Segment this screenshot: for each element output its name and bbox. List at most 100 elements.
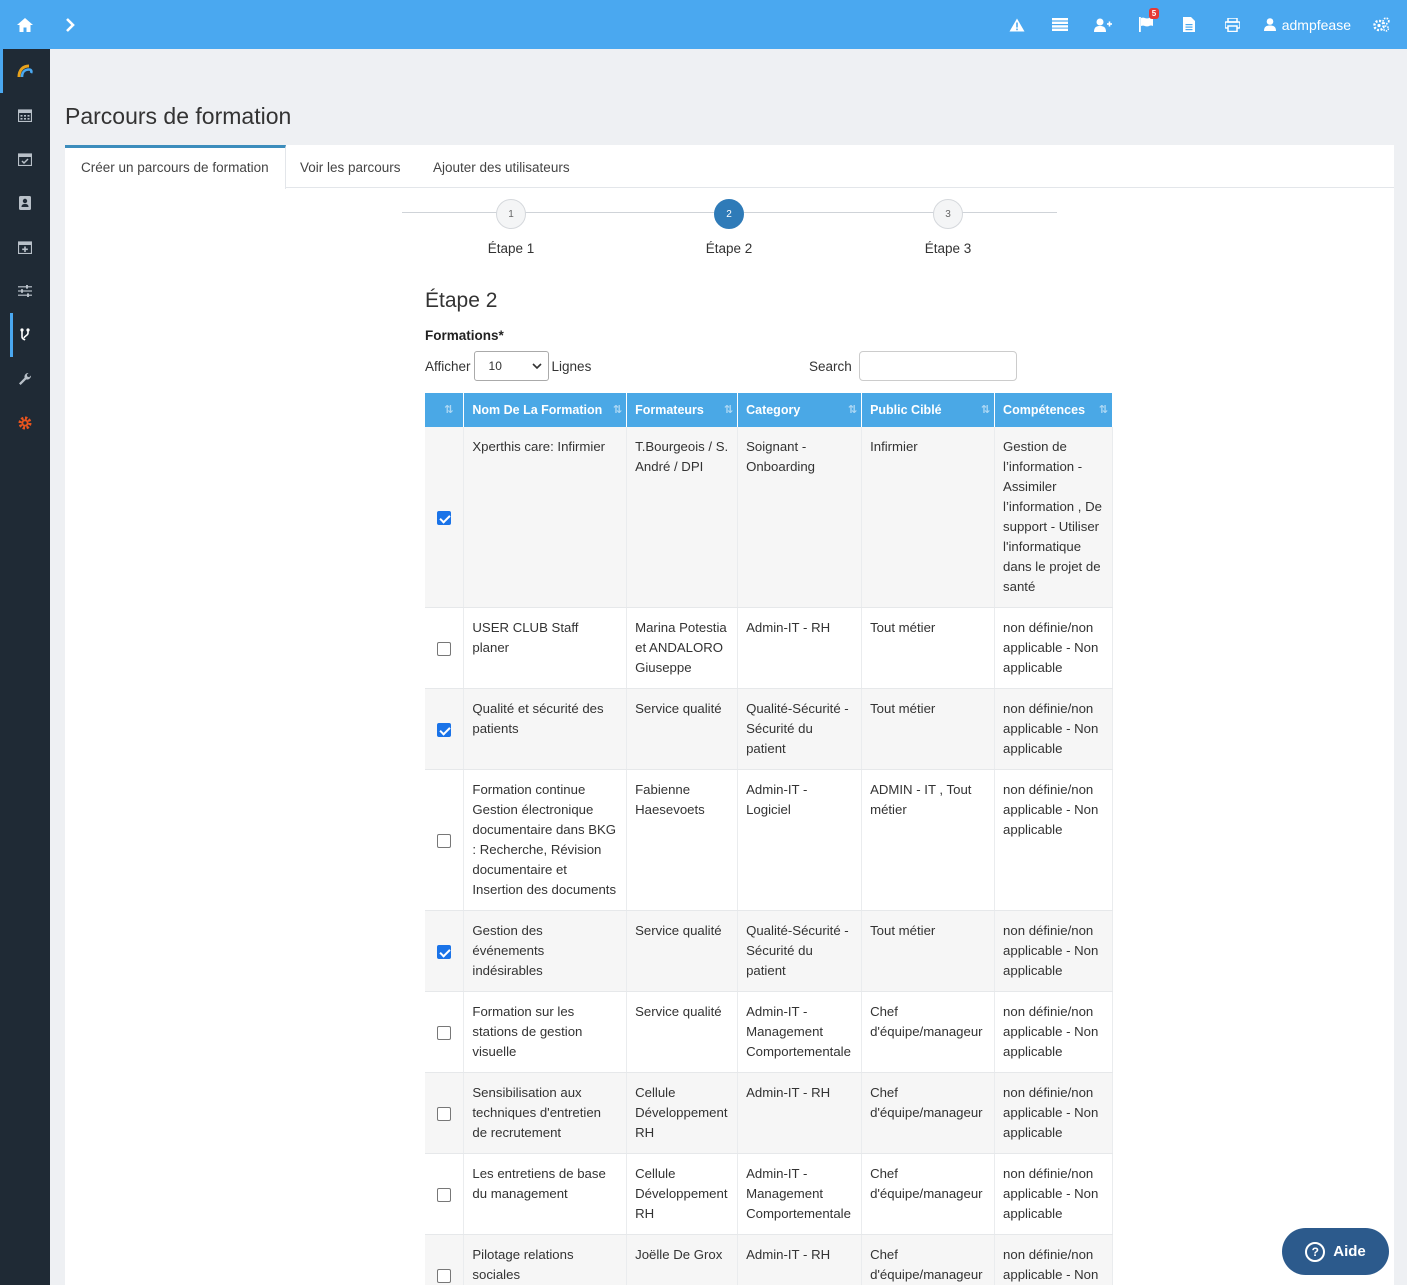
user-plus-icon[interactable]	[1082, 0, 1125, 49]
search-input[interactable]	[858, 351, 1017, 381]
cell-category: Admin-IT - Logiciel	[737, 769, 863, 911]
gear-icon[interactable]	[0, 401, 50, 445]
select-column-header[interactable]: ⇅	[425, 393, 465, 427]
cell-formateurs: T.Bourgeois / S. André / DPI	[626, 427, 739, 608]
cell-public: Chef d'équipe/manageur	[861, 1153, 996, 1235]
code-fork-icon[interactable]	[0, 313, 50, 357]
cell-competences: non définie/non applicable - Non applica…	[994, 910, 1113, 992]
cell-formateurs: Cellule Développement RH	[626, 1153, 739, 1235]
step-3-circle[interactable]: 3	[933, 199, 963, 229]
sidebar	[0, 49, 50, 1285]
step-2-label: Étape 2	[705, 241, 753, 256]
column-formateurs[interactable]: Formateurs ⇅	[626, 393, 739, 427]
table-row: Formation continue Gestion électronique …	[425, 769, 1113, 911]
cell-competences: non définie/non applicable - Non applica…	[994, 688, 1113, 770]
cell-category: Admin-IT - RH	[737, 1072, 863, 1154]
cell-competences: non définie/non applicable - Non applica…	[994, 991, 1113, 1073]
user-menu[interactable]: admpfease	[1254, 0, 1365, 49]
cell-public: Chef d'équipe/manageur	[861, 991, 996, 1073]
row-checkbox[interactable]	[437, 510, 452, 525]
warning-icon[interactable]	[996, 0, 1039, 49]
cell-formateurs: Joëlle De Grox	[626, 1234, 739, 1285]
column-nom[interactable]: Nom De La Formation ⇅	[463, 393, 628, 427]
table-row: Xperthis care: Infirmier T.Bourgeois / S.…	[425, 427, 1113, 608]
help-button[interactable]: ? Aide	[1282, 1228, 1389, 1275]
row-checkbox[interactable]	[437, 1268, 452, 1283]
table-row: Les entretiens de base du management Cell…	[425, 1153, 1113, 1235]
chevron-right-icon[interactable]	[52, 0, 88, 49]
cell-category: Admin-IT - RH	[737, 1234, 863, 1285]
step-1-label: Étape 1	[487, 241, 535, 256]
wrench-icon[interactable]	[0, 357, 50, 401]
cell-formateurs: Service qualité	[626, 688, 739, 770]
page-length-control: Afficher 10 Lignes	[425, 351, 591, 381]
cell-public: Infirmier	[861, 427, 996, 608]
column-category[interactable]: Category ⇅	[737, 393, 863, 427]
cell-formateurs: Service qualité	[626, 991, 739, 1073]
column-public[interactable]: Public Ciblé ⇅	[861, 393, 996, 427]
step-3-label: Étape 3	[924, 241, 972, 256]
calendar-icon[interactable]	[0, 93, 50, 137]
cogs-icon[interactable]	[1365, 0, 1397, 49]
page-length-select[interactable]: 10	[473, 351, 549, 381]
username: admpfease	[1281, 16, 1351, 33]
table-row: Gestion des événements indésirables Servi…	[425, 910, 1113, 992]
cell-competences: non définie/non applicable - Non applica…	[994, 1153, 1113, 1235]
cell-competences: non définie/non applicable - Non applica…	[994, 1234, 1113, 1285]
flag-icon[interactable]: 5	[1125, 0, 1168, 49]
row-checkbox[interactable]	[437, 1187, 452, 1202]
row-select-cell	[425, 1234, 465, 1285]
tab-view-parcours[interactable]: Voir les parcours	[284, 145, 417, 188]
logo-icon[interactable]	[0, 49, 50, 93]
formations-label: Formations*	[425, 328, 504, 343]
cell-nom: Formation sur les stations de gestion vi…	[463, 991, 628, 1073]
formations-table: ⇅ Nom De La Formation ⇅ Formateurs ⇅ Categ…	[425, 393, 1113, 1285]
cell-public: Tout métier	[861, 688, 996, 770]
cell-public: Chef d'équipe/manageur	[861, 1072, 996, 1154]
step-1-circle[interactable]: 1	[496, 199, 526, 229]
sliders-icon[interactable]	[0, 269, 50, 313]
row-select-cell	[425, 1072, 465, 1154]
cell-category: Admin-IT - Management Comportementale	[737, 991, 863, 1073]
list-icon[interactable]	[1039, 0, 1082, 49]
sort-icon: ⇅	[612, 404, 622, 416]
row-select-cell	[425, 991, 465, 1073]
row-checkbox[interactable]	[437, 833, 452, 848]
question-icon: ?	[1305, 1241, 1326, 1262]
step-2-circle[interactable]: 2	[714, 199, 744, 229]
cell-category: Soignant - Onboarding	[737, 427, 863, 608]
column-competences[interactable]: Compétences ⇅	[994, 393, 1113, 427]
cell-competences: non définie/non applicable - Non applica…	[994, 769, 1113, 911]
address-book-icon[interactable]	[0, 181, 50, 225]
row-checkbox[interactable]	[437, 722, 452, 737]
tab-create-parcours[interactable]: Créer un parcours de formation	[65, 145, 286, 189]
row-checkbox[interactable]	[437, 1106, 452, 1121]
print-icon[interactable]	[1211, 0, 1254, 49]
row-select-cell	[425, 910, 465, 992]
cell-nom: Sensibilisation aux techniques d'entreti…	[463, 1072, 628, 1154]
page-title: Parcours de formation	[65, 103, 292, 129]
file-icon[interactable]	[1168, 0, 1211, 49]
cell-formateurs: Fabienne Haesevoets	[626, 769, 739, 911]
tab-bar: Créer un parcours de formation Voir les …	[65, 145, 1394, 189]
main-card: Créer un parcours de formation Voir les …	[65, 145, 1394, 1285]
home-icon[interactable]	[0, 0, 50, 49]
row-checkbox[interactable]	[437, 944, 452, 959]
show-prefix: Afficher	[425, 358, 471, 374]
cell-nom: Formation continue Gestion électronique …	[463, 769, 628, 911]
search-label: Search	[809, 358, 852, 374]
chevron-down-icon	[531, 363, 542, 369]
tab-add-users[interactable]: Ajouter des utilisateurs	[417, 145, 586, 188]
help-label: Aide	[1333, 1243, 1366, 1260]
row-checkbox[interactable]	[437, 641, 452, 656]
calendar-check-icon[interactable]	[0, 137, 50, 181]
sort-icon: ⇅	[444, 404, 453, 416]
row-checkbox[interactable]	[437, 1025, 452, 1040]
cell-nom: USER CLUB Staff planer	[463, 607, 628, 689]
calendar-plus-icon[interactable]	[0, 225, 50, 269]
row-select-cell	[425, 769, 465, 911]
cell-formateurs: Cellule Développement RH	[626, 1072, 739, 1154]
table-row: Qualité et sécurité des patients Service …	[425, 688, 1113, 770]
section-title: Étape 2	[425, 289, 498, 312]
sort-icon: ⇅	[847, 404, 857, 416]
